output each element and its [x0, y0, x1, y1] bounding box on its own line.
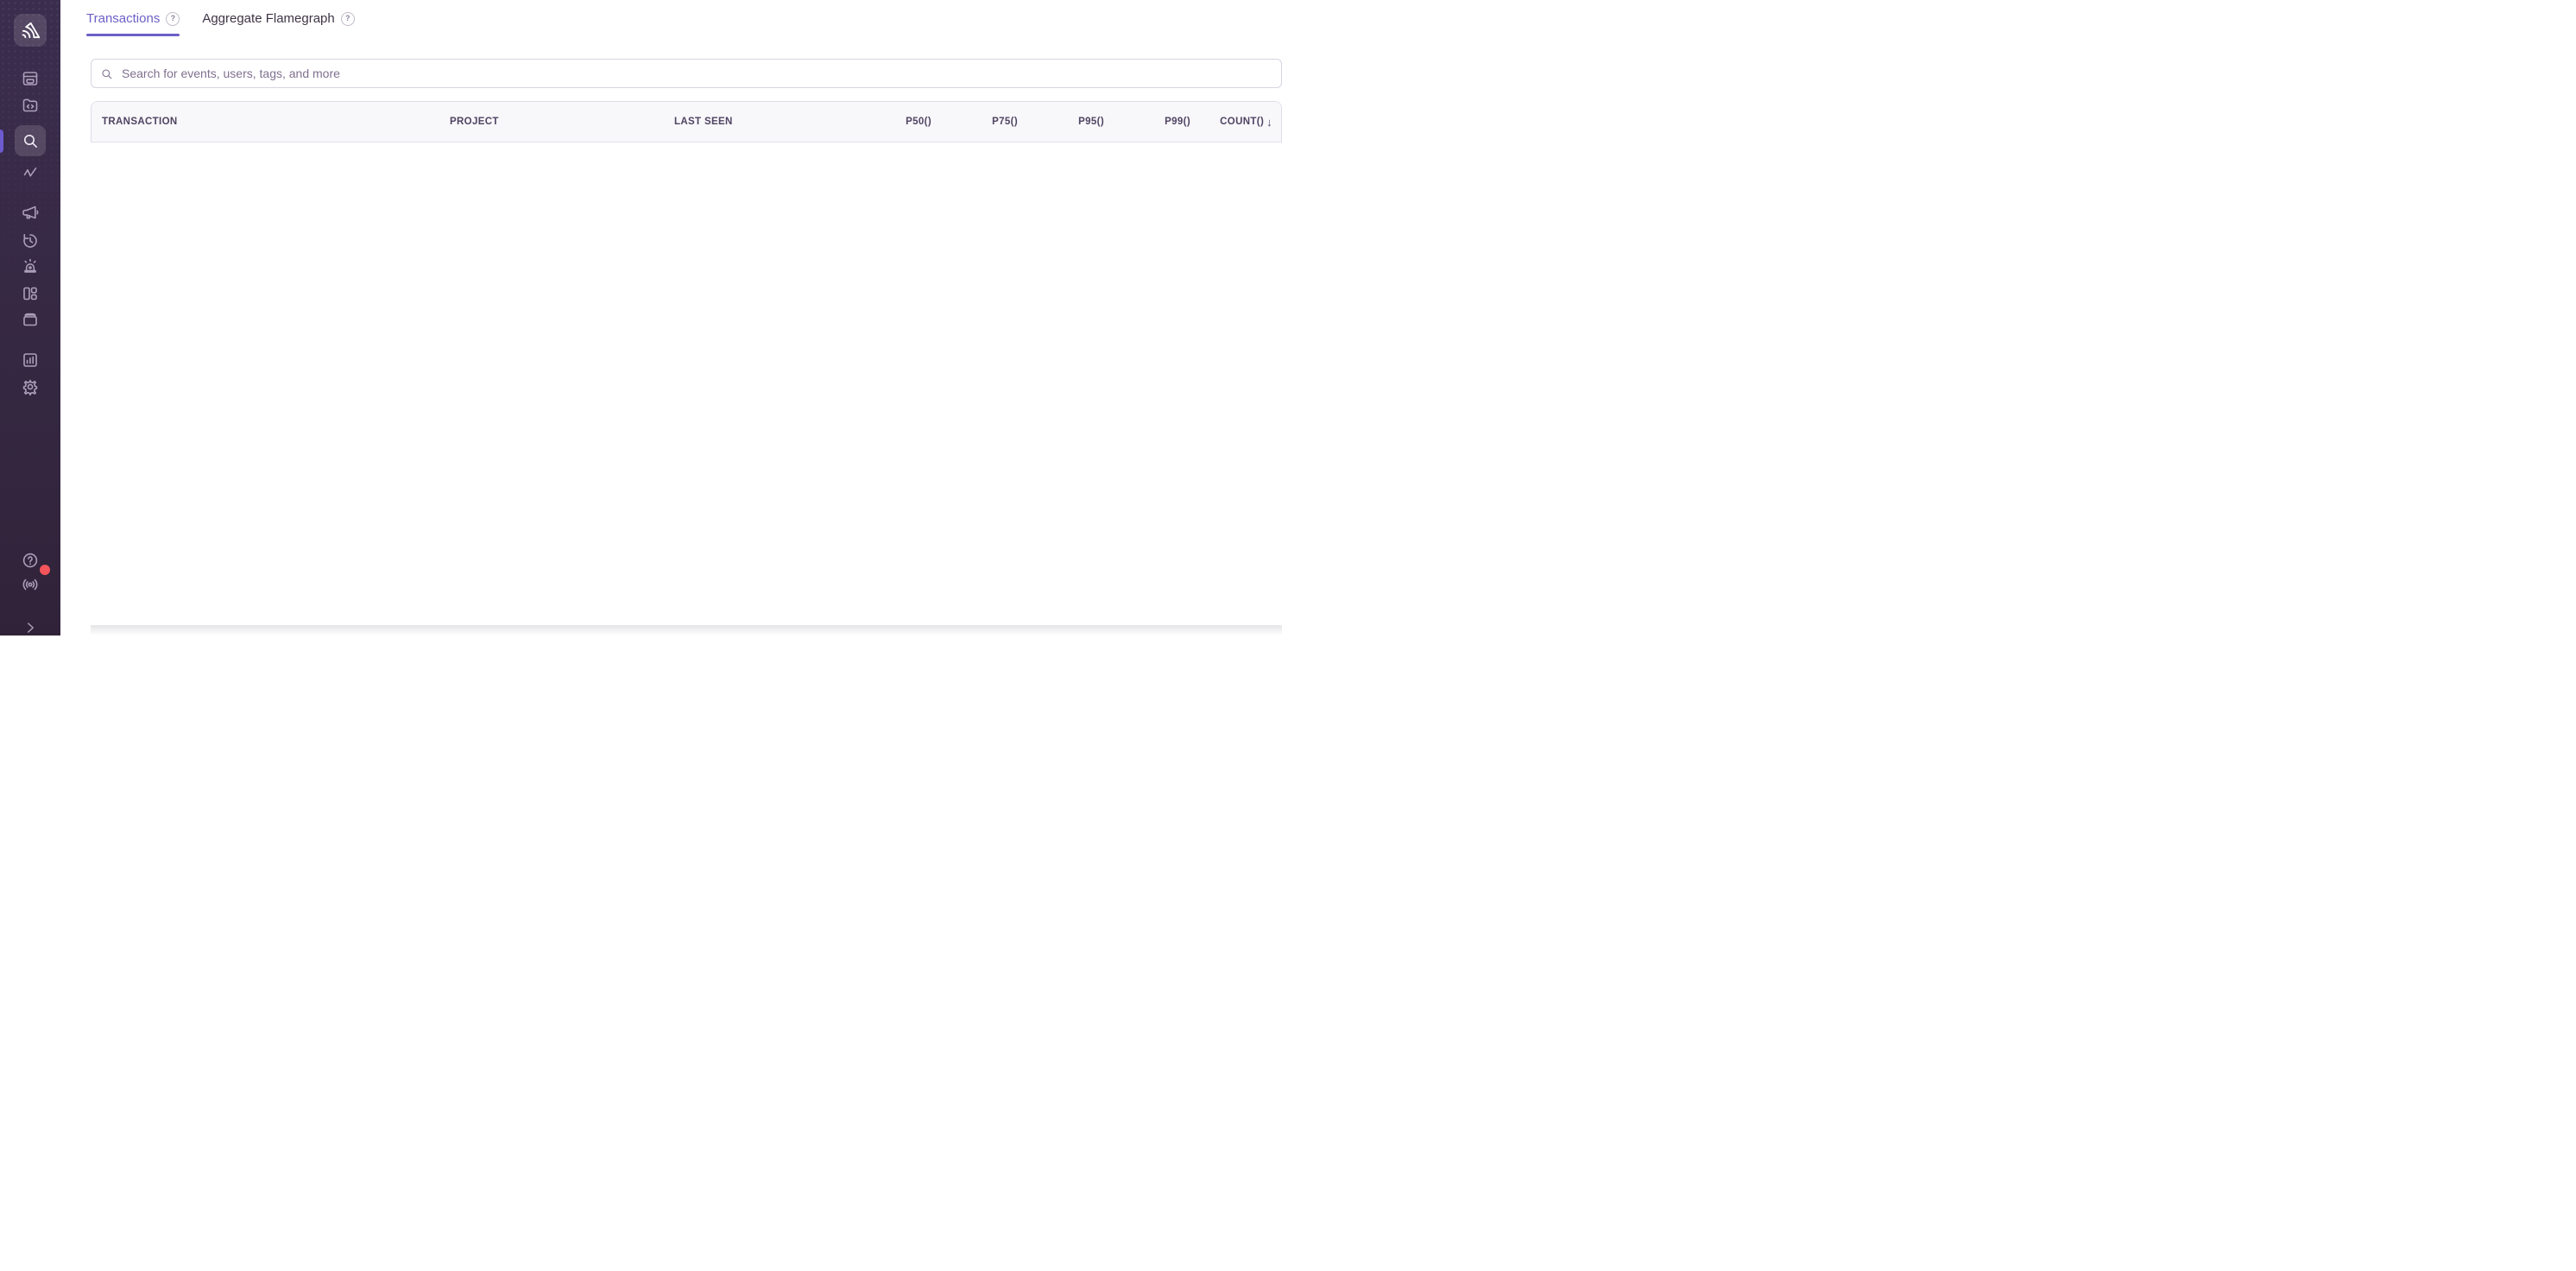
siren-icon[interactable]	[15, 250, 46, 281]
tab-label: Aggregate Flamegraph	[202, 11, 334, 26]
gear-icon[interactable]	[15, 371, 46, 402]
help-icon[interactable]: ?	[166, 12, 180, 26]
column-header-project[interactable]: PROJECT	[450, 117, 674, 127]
tab-bar: Transactions ? Aggregate Flamegraph ?	[86, 11, 355, 36]
sort-desc-icon: ↓	[1266, 116, 1272, 129]
column-header-count[interactable]: COUNT() ↓	[1201, 116, 1281, 129]
search-icon[interactable]	[15, 125, 46, 156]
tab-aggregate-flamegraph[interactable]: Aggregate Flamegraph ?	[202, 11, 354, 36]
column-header-p95[interactable]: P95()	[1028, 117, 1114, 127]
app-root: Transactions ? Aggregate Flamegraph ? TR…	[0, 0, 1288, 636]
column-header-p50[interactable]: P50()	[856, 117, 942, 127]
notification-dot	[40, 565, 50, 575]
active-nav-indicator	[0, 130, 3, 153]
megaphone-icon[interactable]	[15, 197, 46, 228]
scroll-shadow	[91, 625, 1282, 636]
sentry-logo[interactable]	[14, 14, 47, 47]
column-header-transaction[interactable]: TRANSACTION	[92, 117, 450, 127]
search-bar[interactable]	[91, 59, 1282, 88]
search-icon	[100, 67, 113, 80]
column-header-last-seen[interactable]: LAST SEEN	[674, 117, 856, 127]
sidebar	[0, 0, 60, 636]
chevron-right-icon[interactable]	[15, 612, 46, 643]
broadcast-icon[interactable]	[15, 568, 46, 599]
activity-icon[interactable]	[15, 157, 46, 188]
tab-label: Transactions	[86, 11, 160, 26]
tab-transactions[interactable]: Transactions ?	[86, 11, 180, 36]
transactions-table: TRANSACTION PROJECT LAST SEEN P50() P75(…	[91, 101, 1282, 142]
archive-box-icon[interactable]	[15, 304, 46, 335]
code-folder-icon[interactable]	[15, 90, 46, 121]
table-header: TRANSACTION PROJECT LAST SEEN P50() P75(…	[92, 102, 1281, 142]
help-icon[interactable]: ?	[341, 12, 355, 26]
main-content: Transactions ? Aggregate Flamegraph ? TR…	[60, 0, 1288, 636]
column-header-p99[interactable]: P99()	[1114, 117, 1201, 127]
column-header-count-label: COUNT()	[1220, 117, 1264, 127]
column-header-p75[interactable]: P75()	[942, 117, 1028, 127]
search-input[interactable]	[120, 66, 1272, 81]
